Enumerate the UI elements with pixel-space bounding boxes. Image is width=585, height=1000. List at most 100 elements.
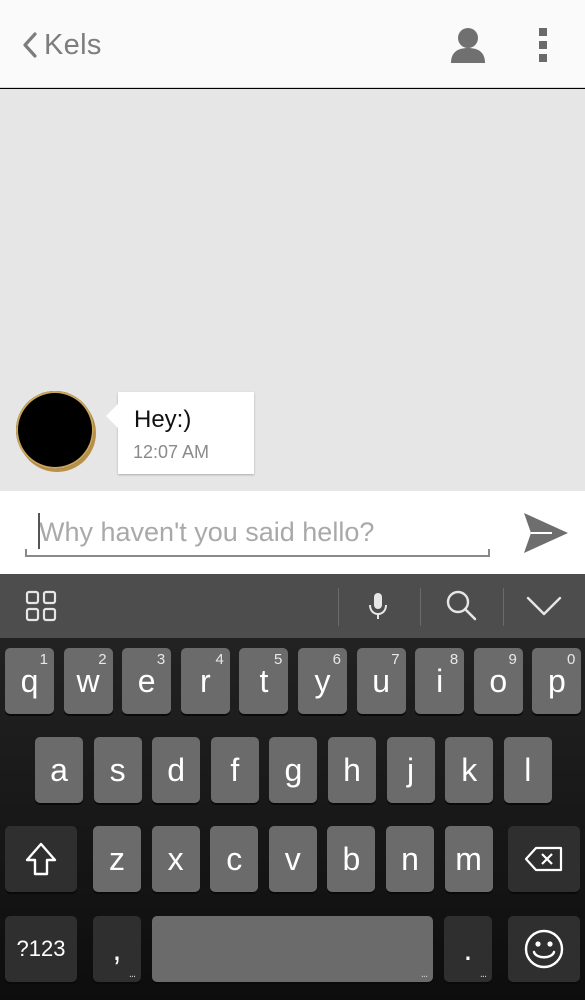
keyboard-toolbar <box>0 574 585 638</box>
key-q[interactable]: 1q <box>5 648 54 714</box>
backspace-icon <box>524 846 563 872</box>
key-n[interactable]: n <box>386 826 434 892</box>
key-number-hint: 7 <box>391 651 400 668</box>
space-key[interactable]: ... <box>152 916 433 982</box>
back-button[interactable]: Kels <box>20 22 102 68</box>
key-a[interactable]: a <box>35 737 83 803</box>
key-p[interactable]: 0p <box>532 648 582 714</box>
key-label: e <box>137 663 156 699</box>
key-label: r <box>199 663 211 699</box>
key-label: l <box>524 752 532 788</box>
key-label: j <box>407 752 415 788</box>
soft-keyboard: ?123 , ... ... . ... 1q2w3e4r5t6y7u8i9o0… <box>0 638 585 1000</box>
message-text: Hey:) <box>134 406 192 433</box>
backspace-key[interactable] <box>508 826 580 892</box>
key-label: b <box>342 841 361 877</box>
key-r[interactable]: 4r <box>180 648 230 714</box>
key-more-hint: ... <box>479 968 487 980</box>
toolbar-divider <box>503 588 504 626</box>
key-g[interactable]: g <box>269 737 318 803</box>
key-t[interactable]: 5t <box>239 648 289 714</box>
key-k[interactable]: k <box>445 737 494 803</box>
key-label: f <box>230 752 240 788</box>
key-o[interactable]: 9o <box>473 648 523 714</box>
key-label: t <box>259 663 269 699</box>
comma-key[interactable]: , ... <box>93 916 141 982</box>
key-number-hint: 1 <box>39 651 48 668</box>
avatar[interactable] <box>16 391 94 469</box>
key-number-hint: 0 <box>567 651 576 668</box>
key-label: k <box>461 752 478 788</box>
key-y[interactable]: 6y <box>298 648 347 714</box>
key-label: h <box>343 752 361 788</box>
key-j[interactable]: j <box>386 737 435 803</box>
conversation-title: Kels <box>44 28 102 61</box>
key-c[interactable]: c <box>210 826 259 892</box>
key-label: p <box>547 663 566 699</box>
send-icon[interactable] <box>522 509 570 557</box>
key-label: g <box>284 752 303 788</box>
conversation-area: Hey:) 12:07 AM <box>0 89 585 491</box>
text-cursor <box>38 513 40 549</box>
key-h[interactable]: h <box>328 737 376 803</box>
key-number-hint: 5 <box>274 651 283 668</box>
key-label: m <box>455 841 482 877</box>
key-s[interactable]: s <box>93 737 142 803</box>
key-x[interactable]: x <box>151 826 200 892</box>
key-u[interactable]: 7u <box>356 648 406 714</box>
emoji-key[interactable] <box>508 916 580 982</box>
app-header: Kels <box>0 0 585 88</box>
key-i[interactable]: 8i <box>415 648 465 714</box>
input-underline-left-tick <box>25 549 27 557</box>
key-label: w <box>76 663 100 699</box>
toolbar-divider <box>420 588 421 626</box>
symbols-key-label: ?123 <box>16 936 66 961</box>
key-label: u <box>372 663 390 699</box>
key-w[interactable]: 2w <box>63 648 113 714</box>
emoji-icon <box>524 929 564 969</box>
key-f[interactable]: f <box>210 737 259 803</box>
key-e[interactable]: 3e <box>122 648 172 714</box>
key-label: y <box>314 663 331 699</box>
more-vert-icon[interactable] <box>536 26 550 64</box>
key-number-hint: 3 <box>156 651 166 668</box>
key-number-hint: 2 <box>98 651 107 668</box>
key-number-hint: 6 <box>332 651 341 668</box>
key-label: x <box>167 841 184 877</box>
key-number-hint: 4 <box>215 651 224 668</box>
key-label: i <box>436 663 444 699</box>
period-key[interactable]: . ... <box>444 916 492 982</box>
input-underline-right-tick <box>488 549 490 557</box>
symbols-key[interactable]: ?123 <box>5 916 77 982</box>
key-more-hint: ... <box>128 968 136 980</box>
collapse-keyboard-icon[interactable] <box>526 588 562 624</box>
message-bubble[interactable]: Hey:) 12:07 AM <box>106 392 254 474</box>
key-b[interactable]: b <box>327 826 376 892</box>
key-label: s <box>109 752 126 788</box>
chevron-left-icon <box>23 32 37 58</box>
key-label: a <box>50 752 68 788</box>
key-label: d <box>167 752 186 788</box>
key-label: q <box>20 663 39 699</box>
key-label: n <box>401 841 419 877</box>
key-label: z <box>109 841 125 877</box>
key-label: c <box>226 841 243 877</box>
microphone-icon[interactable] <box>360 588 396 624</box>
shift-key[interactable] <box>5 826 77 892</box>
key-v[interactable]: v <box>268 826 317 892</box>
key-l[interactable]: l <box>503 737 552 803</box>
message-timestamp: 12:07 AM <box>133 442 210 462</box>
period-key-label: . <box>463 931 473 967</box>
key-more-hint: ... <box>420 968 428 980</box>
message-composer <box>0 491 585 574</box>
person-icon[interactable] <box>450 26 486 64</box>
message-input[interactable] <box>25 509 490 557</box>
search-icon[interactable] <box>443 588 479 624</box>
key-m[interactable]: m <box>444 826 493 892</box>
key-label: v <box>284 841 301 877</box>
key-z[interactable]: z <box>93 826 141 892</box>
apps-grid-icon[interactable] <box>23 588 59 624</box>
toolbar-divider <box>338 588 339 626</box>
shift-icon <box>25 842 57 876</box>
key-d[interactable]: d <box>152 737 201 803</box>
